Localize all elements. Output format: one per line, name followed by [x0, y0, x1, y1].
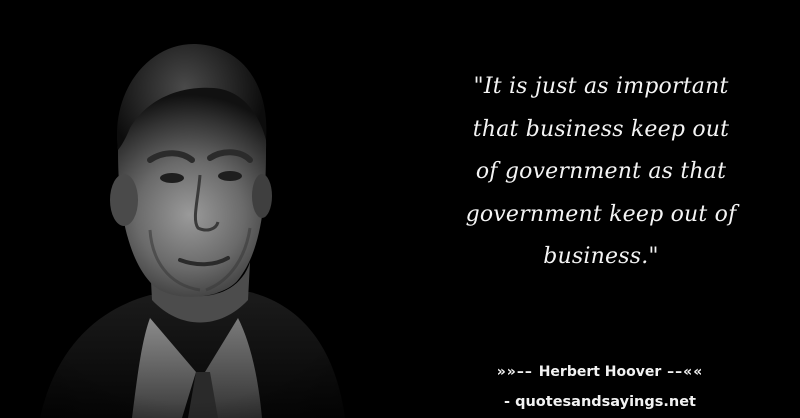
quote-line: of government as that [475, 159, 727, 184]
quote-line: that business keep out [472, 116, 730, 142]
quote-line: business." [543, 244, 659, 269]
quote-line: "It is just as important [473, 74, 729, 99]
attribution-prefix: »»–– [496, 364, 539, 380]
quote-card: "It is just as important that business k… [0, 0, 800, 418]
source-credit: - quotesandsayings.net [504, 394, 696, 410]
quote-text: "It is just as important that business k… [436, 66, 766, 279]
author-attribution: »»–– Herbert Hoover ––«« [440, 362, 760, 382]
author-name: Herbert Hoover [538, 364, 662, 380]
attribution-suffix: ––«« [661, 364, 704, 380]
quote-line: government keep out of [465, 201, 737, 227]
